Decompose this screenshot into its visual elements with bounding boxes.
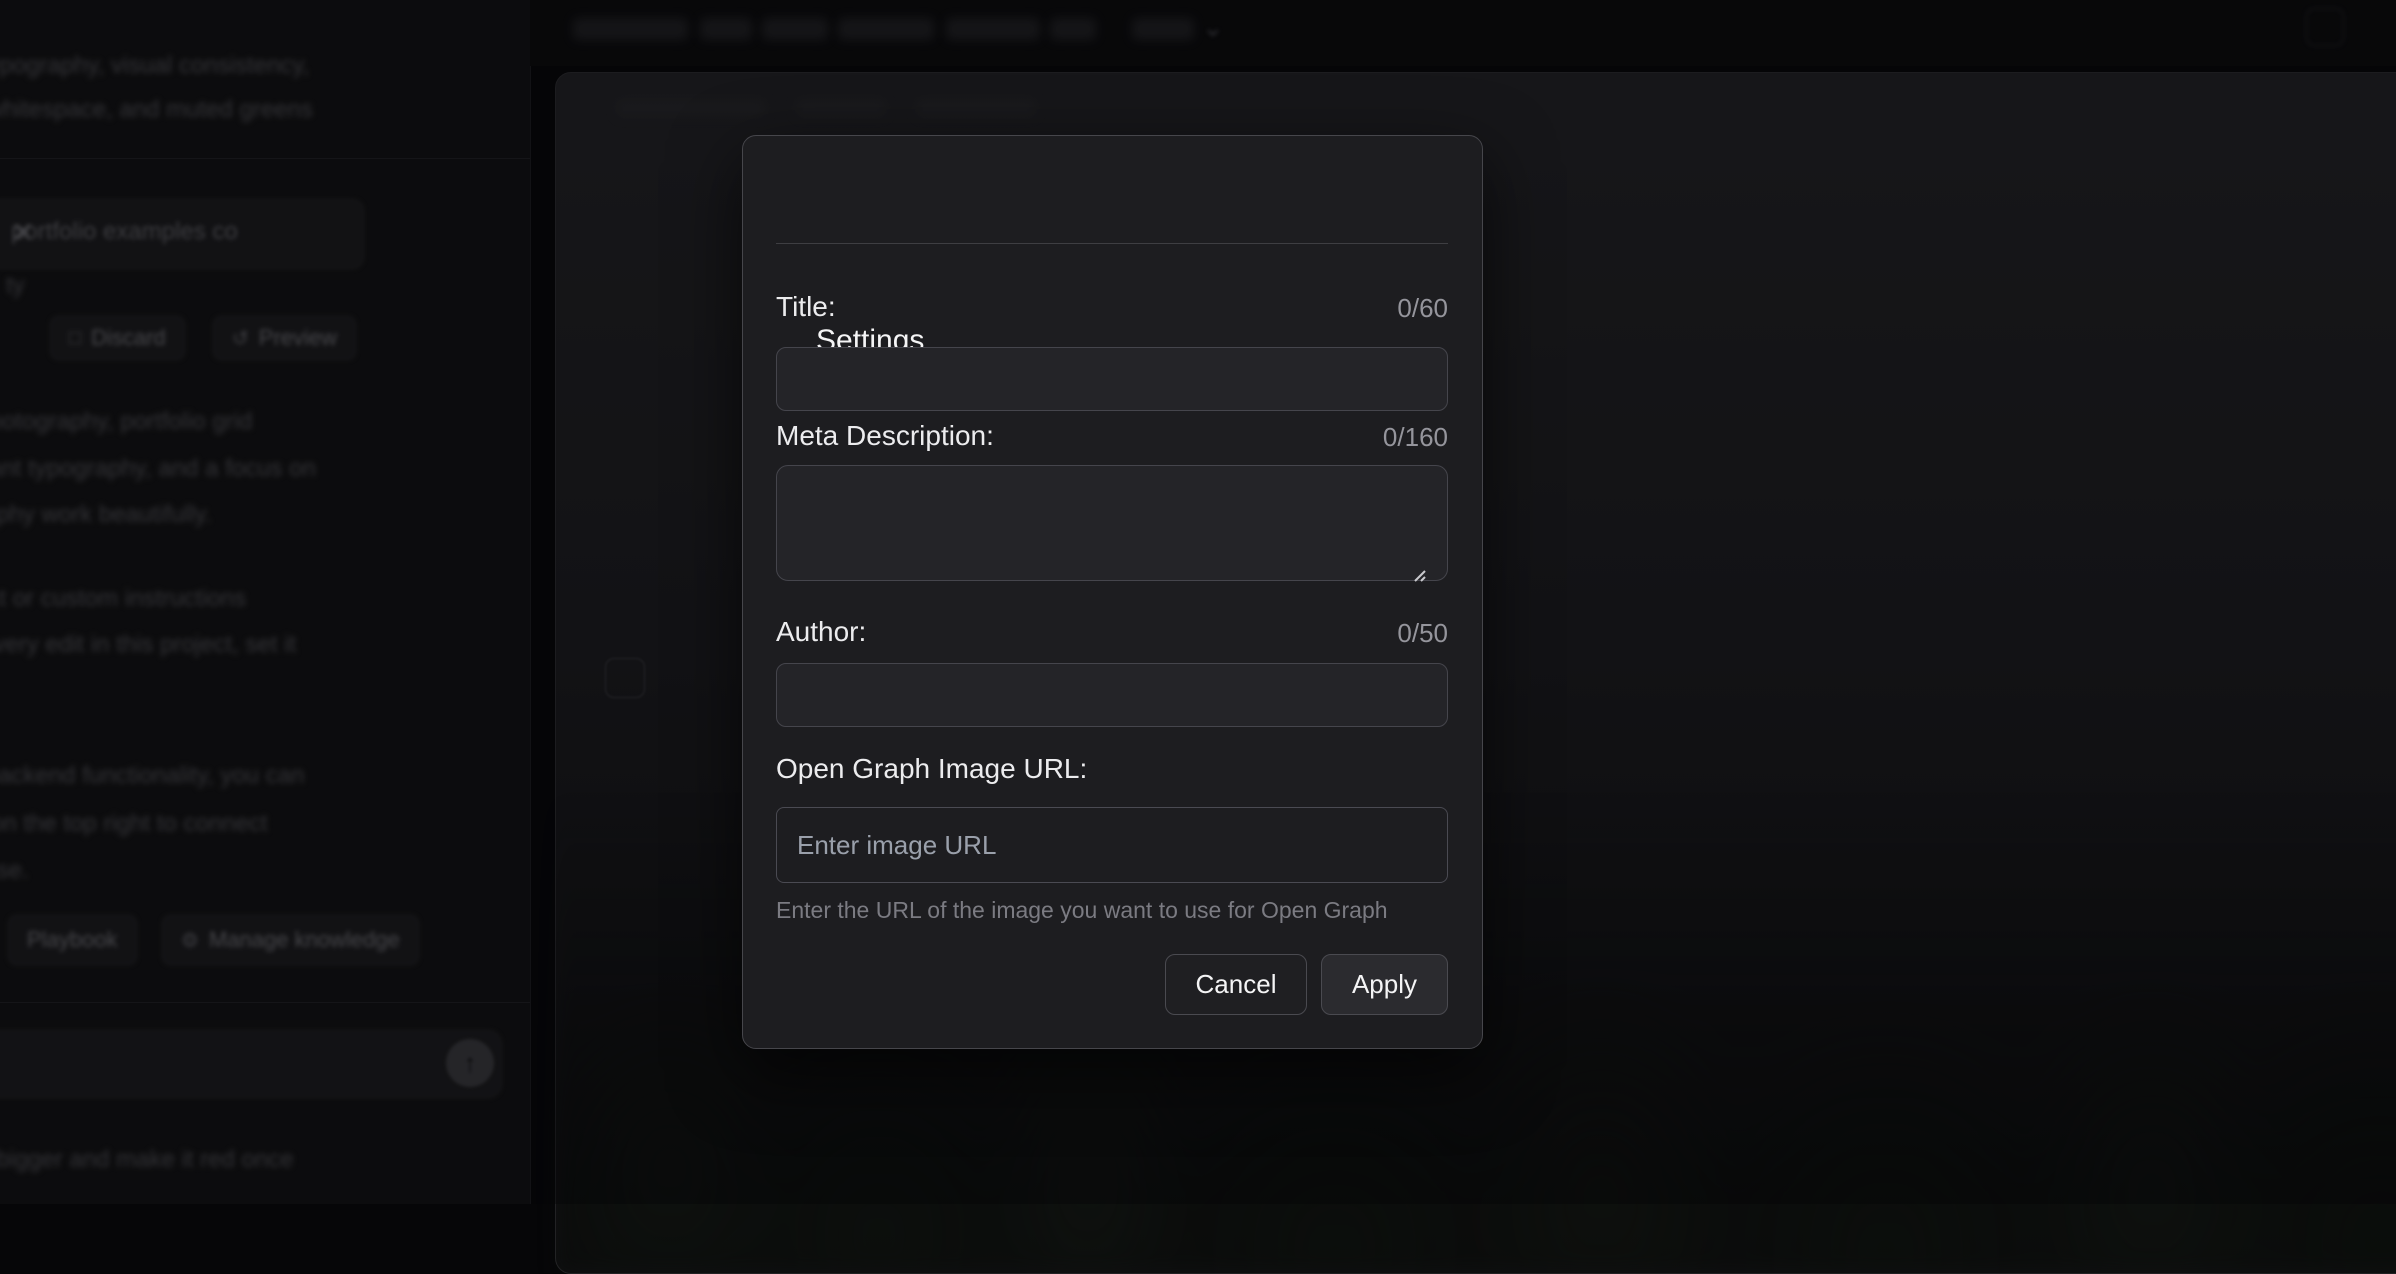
settings-dialog: Settings Title: 0/60 Meta Description: 0… — [742, 135, 1483, 1049]
title-input[interactable] — [776, 347, 1448, 411]
og-image-url-input[interactable] — [776, 807, 1448, 883]
cancel-button[interactable]: Cancel — [1165, 954, 1307, 1015]
title-char-counter: 0/60 — [1397, 293, 1448, 324]
apply-button[interactable]: Apply — [1321, 954, 1448, 1015]
og-helper-text: Enter the URL of the image you want to u… — [776, 897, 1448, 924]
author-char-counter: 0/50 — [1397, 618, 1448, 649]
meta-description-label: Meta Description: — [776, 420, 994, 452]
meta-description-char-counter: 0/160 — [1383, 422, 1448, 453]
og-image-url-label: Open Graph Image URL: — [776, 753, 1087, 785]
author-label: Author: — [776, 616, 866, 648]
resize-handle-icon[interactable] — [1407, 563, 1427, 583]
title-label: Title: — [776, 291, 836, 323]
author-input[interactable] — [776, 663, 1448, 727]
dialog-divider — [776, 243, 1448, 244]
meta-description-textarea[interactable] — [776, 465, 1448, 581]
